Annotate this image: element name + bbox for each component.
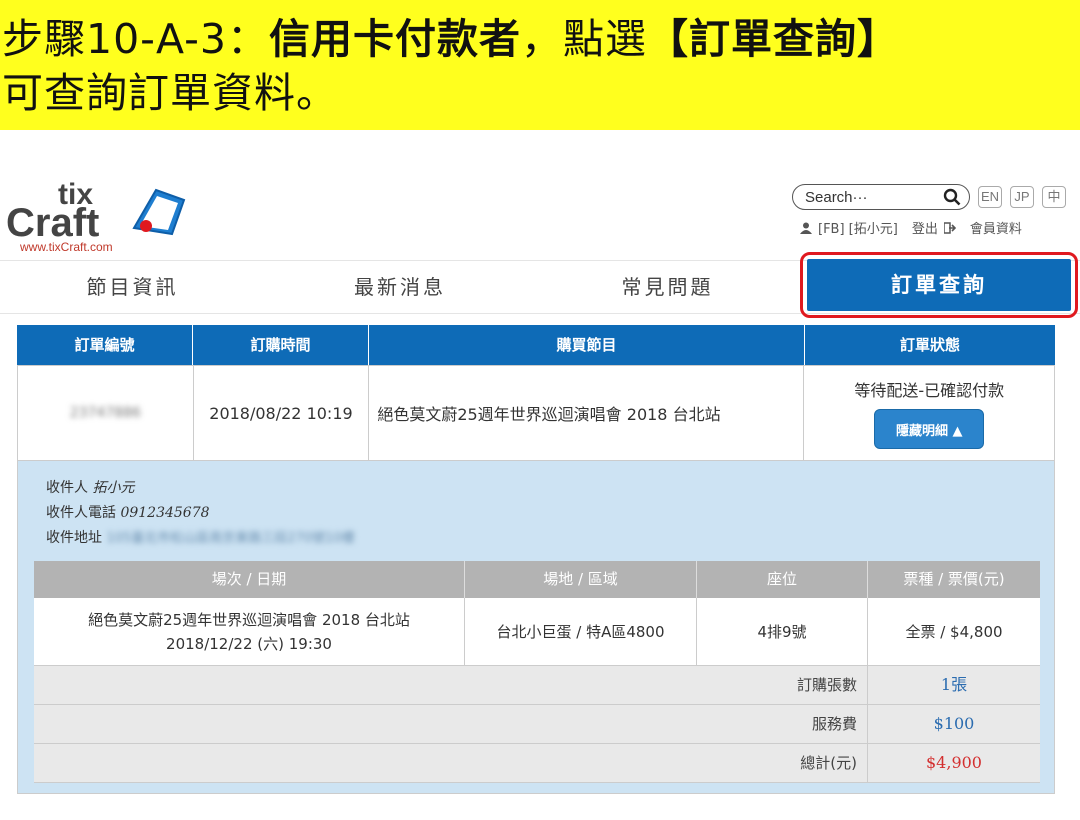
detail-seat: 4排9號 bbox=[697, 598, 868, 665]
logo-url[interactable]: www.tixCraft.com bbox=[20, 240, 113, 254]
summary-row-quantity: 訂購張數 1張 bbox=[34, 666, 1040, 705]
summary-label: 訂購張數 bbox=[34, 666, 868, 704]
summary-row-total: 總計(元) $4,900 bbox=[34, 744, 1040, 783]
summary-row-fee: 服務費 $100 bbox=[34, 705, 1040, 744]
order-status-cell: 等待配送-已確認付款 隱藏明細 ▲ bbox=[804, 366, 1054, 460]
detail-header-col: 場地 / 區域 bbox=[465, 561, 697, 598]
detail-event-cell: 絕色莫文蔚25週年世界巡迴演唱會 2018 台北站 2018/12/22 (六)… bbox=[34, 598, 465, 665]
hide-details-button[interactable]: 隱藏明細 ▲ bbox=[874, 409, 985, 449]
nav-item-orders[interactable]: 訂單查詢 bbox=[807, 259, 1071, 311]
banner-line-2: 可查詢訂單資料。 bbox=[2, 69, 338, 117]
nav-item-events[interactable]: 節目資訊 bbox=[0, 261, 265, 313]
recipient-name-line: 收件人 拓小元 bbox=[46, 477, 134, 497]
nav-item-news[interactable]: 最新消息 bbox=[265, 261, 535, 313]
table-row: 絕色莫文蔚25週年世界巡迴演唱會 2018 台北站 2018/12/22 (六)… bbox=[34, 598, 1040, 666]
detail-ticket: 全票 / $4,800 bbox=[905, 622, 1003, 641]
member-link[interactable]: 會員資料 bbox=[970, 218, 1022, 237]
banner-bold: 信用卡付款者 bbox=[269, 15, 521, 63]
logo-text-bottom: Craft bbox=[6, 201, 99, 245]
recipient-name: 拓小元 bbox=[92, 480, 135, 496]
recipient-addr-line: 收件地址 105臺北市松山區南京東路三段270號10樓 bbox=[46, 527, 355, 547]
logout-link[interactable]: 登出 bbox=[912, 218, 938, 237]
nav-item-faq[interactable]: 常見問題 bbox=[535, 261, 800, 313]
lang-en-button[interactable]: EN bbox=[978, 186, 1002, 208]
detail-header-col: 座位 bbox=[697, 561, 868, 598]
order-event: 絕色莫文蔚25週年世界巡迴演唱會 2018 台北站 bbox=[369, 366, 805, 460]
order-time: 2018/08/22 10:19 bbox=[194, 366, 370, 460]
detail-header-col: 場次 / 日期 bbox=[34, 561, 465, 598]
order-number: 23747886 bbox=[69, 405, 141, 421]
banner-step: 步驟10-A-3： bbox=[2, 15, 269, 63]
instruction-banner: 步驟10-A-3：信用卡付款者，點選【訂單查詢】 可查詢訂單資料。 bbox=[0, 0, 1080, 130]
recipient-phone-label: 收件人電話 bbox=[46, 505, 116, 521]
order-header-col: 訂單狀態 bbox=[899, 336, 960, 354]
order-detail-panel: 收件人 拓小元 收件人電話 0912345678 收件地址 105臺北市松山區南… bbox=[17, 461, 1055, 794]
detail-venue: 台北小巨蛋 / 特A區4800 bbox=[465, 598, 697, 665]
search-box[interactable] bbox=[792, 184, 970, 210]
summary-value: 1張 bbox=[940, 675, 968, 694]
detail-date: 2018/12/22 (六) 19:30 bbox=[166, 634, 332, 653]
lang-zh-button[interactable]: 中 bbox=[1042, 186, 1066, 208]
ticket-tag-icon bbox=[132, 188, 186, 236]
user-name[interactable]: [FB] [拓小元] bbox=[818, 218, 898, 237]
order-header-col: 訂單編號 bbox=[17, 325, 193, 365]
order-header-col: 購買節目 bbox=[369, 325, 805, 365]
user-icon bbox=[800, 222, 812, 234]
logout-icon[interactable] bbox=[943, 221, 956, 234]
detail-header-col: 票種 / 票價(元) bbox=[903, 570, 1005, 588]
banner-line-1: 步驟10-A-3：信用卡付款者，點選【訂單查詢】 bbox=[2, 12, 1080, 66]
search-icon[interactable] bbox=[943, 188, 961, 206]
order-header-col: 訂購時間 bbox=[193, 325, 369, 365]
order-status: 等待配送-已確認付款 bbox=[854, 381, 1005, 400]
recipient-phone-line: 收件人電話 0912345678 bbox=[46, 502, 210, 522]
search-input[interactable] bbox=[805, 188, 935, 206]
highlight-frame: 訂單查詢 bbox=[800, 252, 1078, 318]
summary-label: 服務費 bbox=[34, 705, 868, 743]
summary-value: $4,900 bbox=[926, 753, 982, 772]
user-bar: [FB] [拓小元] 登出 會員資料 bbox=[800, 218, 1022, 237]
order-row: 23747886 2018/08/22 10:19 絕色莫文蔚25週年世界巡迴演… bbox=[17, 365, 1055, 461]
order-number-cell: 23747886 bbox=[18, 366, 194, 460]
detail-table-header: 場次 / 日期 場地 / 區域 座位 票種 / 票價(元) bbox=[34, 561, 1040, 598]
banner-bold-2: 【訂單查詢】 bbox=[647, 15, 899, 63]
lang-jp-button[interactable]: JP bbox=[1010, 186, 1034, 208]
summary-label: 總計(元) bbox=[34, 744, 868, 782]
order-table-header: 訂單編號 訂購時間 購買節目 訂單狀態 bbox=[17, 325, 1055, 365]
recipient-addr-label: 收件地址 bbox=[46, 530, 102, 546]
recipient-phone: 0912345678 bbox=[120, 505, 210, 521]
banner-mid: ，點選 bbox=[521, 15, 647, 63]
recipient-name-label: 收件人 bbox=[46, 480, 88, 496]
recipient-addr: 105臺北市松山區南京東路三段270號10樓 bbox=[106, 531, 355, 546]
detail-event: 絕色莫文蔚25週年世界巡迴演唱會 2018 台北站 bbox=[88, 610, 410, 629]
summary-value: $100 bbox=[933, 714, 975, 733]
